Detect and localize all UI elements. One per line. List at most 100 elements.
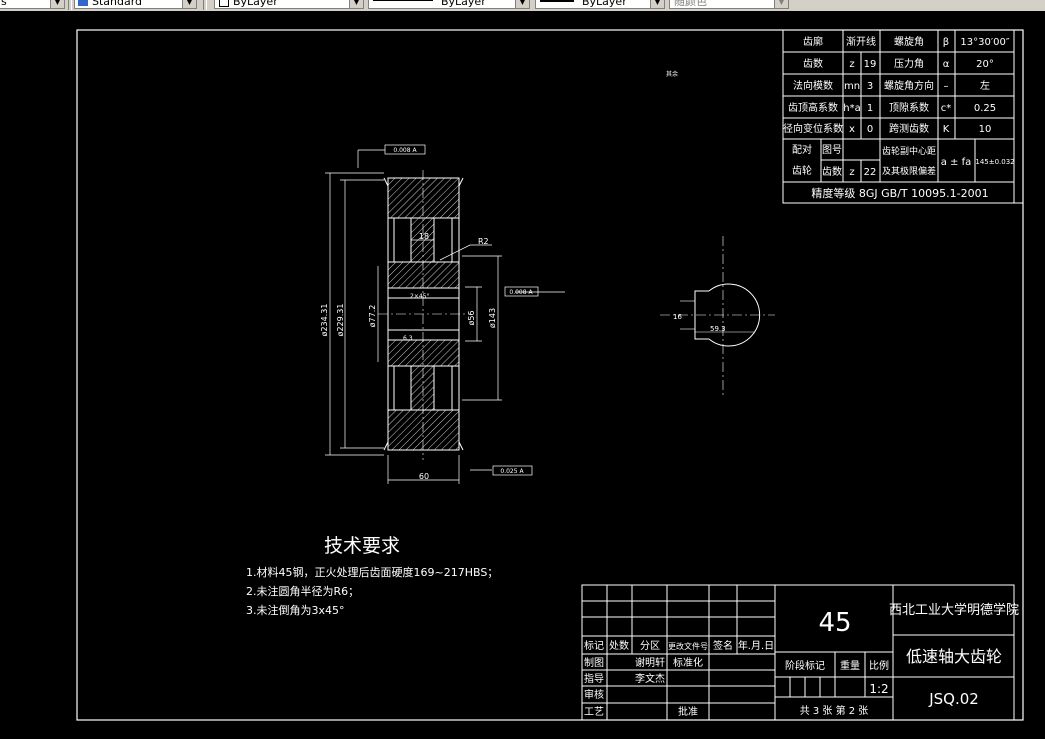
layer-color-combo[interactable]: ByLayer ▼ <box>214 0 364 9</box>
chevron-down-icon[interactable]: ▼ <box>50 0 64 8</box>
linetype-combo[interactable]: ByLayer ▼ <box>368 0 530 9</box>
school-name: 西北工业大学明德学院 <box>889 602 1019 618</box>
color-swatch-icon <box>219 0 229 7</box>
linetype-value: ByLayer <box>441 0 486 8</box>
properties-toolbar: s ▼ Standard ▼ ByLayer ▼ ByLayer ▼ ByLayer ▼ … <box>0 0 1045 11</box>
chevron-down-icon[interactable]: ▼ <box>349 0 363 8</box>
linetype-sample <box>373 0 433 1</box>
param-cell: 配对 <box>792 143 812 156</box>
dim-label: 2×45° <box>410 293 429 300</box>
param-cell: h*a <box>843 103 860 114</box>
gear-parameter-table <box>782 29 1024 204</box>
dim-label: 18 <box>419 232 429 241</box>
role-name: 李文杰 <box>635 672 665 685</box>
header-cell: 处数 <box>609 639 629 652</box>
param-cell: 齿廓 <box>803 35 823 48</box>
param-cell: z <box>849 167 854 178</box>
chevron-down-icon[interactable]: ▼ <box>182 0 196 8</box>
material-label: 45 <box>818 608 851 638</box>
text-style-combo[interactable]: Standard ▼ <box>74 0 197 9</box>
param-cell: 齿顶高系数 <box>788 101 838 114</box>
param-cell: 20° <box>976 59 994 70</box>
drawing-frame <box>76 29 1024 721</box>
header-cell: 更改文件号 <box>668 641 708 651</box>
weight-label: 重量 <box>840 659 860 672</box>
scale-label: 比例 <box>869 659 889 672</box>
tolerance-label: 0.008 A <box>509 289 533 296</box>
param-cell: 顶隙系数 <box>889 101 929 114</box>
role-label: 制图 <box>584 656 604 669</box>
param-cell: 22 <box>864 167 877 178</box>
tech-req-item: 3.未注倒角为3x45° <box>246 603 345 617</box>
toolbar-separator <box>68 0 72 10</box>
roughness-note: 其余 <box>666 70 678 78</box>
hub-bottom-hatch <box>387 339 460 367</box>
part-name: 低速轴大齿轮 <box>906 647 1002 666</box>
tech-req-title: 技术要求 <box>324 535 400 557</box>
lineweight-sample <box>540 0 574 2</box>
param-cell: 1 <box>867 103 873 114</box>
layer-color-value: ByLayer <box>233 0 278 8</box>
text-style-value: Standard <box>92 0 143 8</box>
header-cell: 年.月.日 <box>738 639 774 652</box>
lineweight-value: ByLayer <box>582 0 627 8</box>
chevron-down-icon[interactable]: ▼ <box>515 0 529 8</box>
dim-label: 59.3 <box>710 325 726 333</box>
param-cell: β <box>943 37 949 48</box>
header-cell: 标记 <box>584 640 604 652</box>
param-cell: a ± fa <box>941 157 972 168</box>
role-label: 批准 <box>678 705 698 718</box>
param-cell: c* <box>941 103 952 114</box>
param-cell: 3 <box>867 81 873 92</box>
param-cell: 左 <box>980 79 990 92</box>
web-bottom-hatch <box>410 365 435 411</box>
dim-label: ø56 <box>467 310 476 325</box>
role-label: 指导 <box>584 672 604 685</box>
param-cell: 0.25 <box>974 103 996 114</box>
param-cell: 13°30′00″ <box>960 37 1009 48</box>
header-cell: 分区 <box>640 640 660 652</box>
param-cell: 螺旋角方向 <box>884 79 934 92</box>
chevron-down-icon[interactable]: ▼ <box>774 0 788 8</box>
chevron-down-icon[interactable]: ▼ <box>650 0 664 8</box>
sheet-count: 共 3 张 第 2 张 <box>800 704 869 717</box>
drawing-canvas[interactable]: 齿廓 渐开线 螺旋角 β 13°30′00″ 齿数 z 19 压力角 α 20°… <box>0 11 1045 735</box>
param-cell: 压力角 <box>894 57 924 70</box>
tech-req-item: 2.未注圆角半径为R6； <box>246 584 359 598</box>
param-cell: 19 <box>864 59 877 70</box>
param-cell: x <box>849 124 855 135</box>
dim-label: ø143 <box>488 308 497 328</box>
rim-top-hatch <box>387 177 460 219</box>
param-cell: 径向变位系数 <box>783 122 843 135</box>
rim-bottom-hatch <box>387 409 460 451</box>
param-cell: 渐开线 <box>846 35 876 48</box>
cad-drawing[interactable]: 齿廓 渐开线 螺旋角 β 13°30′00″ 齿数 z 19 压力角 α 20°… <box>0 11 1045 735</box>
param-cell: 齿数 <box>803 57 823 70</box>
lineweight-combo[interactable]: ByLayer ▼ <box>535 0 665 9</box>
gear-section-view <box>378 170 470 460</box>
dim-label: 60 <box>419 472 429 481</box>
dim-label: 6.3 <box>403 335 413 342</box>
param-cell: 10 <box>979 124 992 135</box>
tech-req-item: 1.材料45钢，正火处理后齿面硬度169~217HBS； <box>246 565 498 579</box>
role-label: 审核 <box>584 688 604 701</box>
dim-label: ø234.31 <box>320 304 329 337</box>
param-cell: – <box>944 81 949 92</box>
style-combo[interactable]: s ▼ <box>0 0 65 9</box>
param-cell: 精度等级 8GJ GB/T 10095.1-2001 <box>811 186 988 200</box>
style-combo-value: s <box>1 0 7 8</box>
param-cell: 跨测齿数 <box>889 122 929 135</box>
hub-top-hatch <box>387 261 460 289</box>
param-cell: mn <box>844 81 860 92</box>
role-label: 工艺 <box>584 706 604 718</box>
param-cell: 齿轮 <box>792 164 812 177</box>
header-cell: 签名 <box>713 639 733 652</box>
plot-style-combo[interactable]: 随颜色 ▼ <box>669 0 789 9</box>
role-label: 标准化 <box>673 656 703 669</box>
tolerance-label: 0.008 A <box>393 147 417 154</box>
dim-label: ø77.2 <box>368 305 377 328</box>
title-block-text: 45 西北工业大学明德学院 低速轴大齿轮 JSQ.02 标记 处数 分区 更改文… <box>584 602 1019 718</box>
plot-style-value: 随颜色 <box>674 0 707 8</box>
toolbar-separator <box>203 0 207 10</box>
param-cell: 145±0.032 <box>975 158 1014 166</box>
